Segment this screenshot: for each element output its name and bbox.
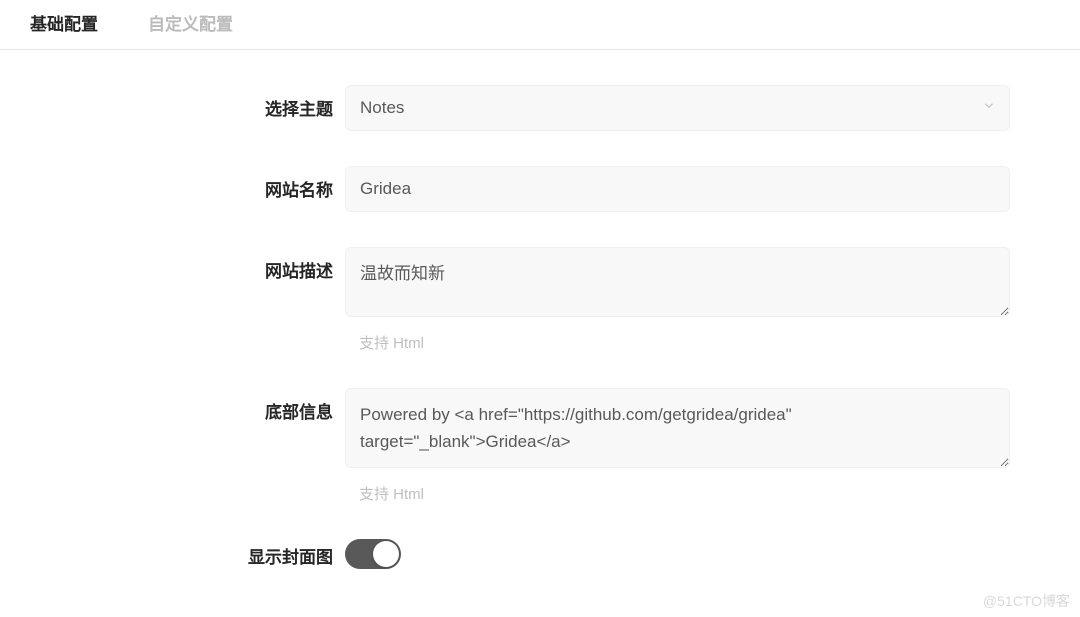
form-container: 选择主题 Notes 网站名称 网站描述 温故而知新 支持 Html 底部信息 — [0, 50, 1080, 569]
show-cover-toggle[interactable] — [345, 539, 401, 569]
row-footer-info: 底部信息 Powered by <a href="https://github.… — [0, 388, 1080, 504]
label-show-cover: 显示封面图 — [0, 540, 345, 568]
theme-select-value: Notes — [360, 98, 404, 118]
label-site-name: 网站名称 — [0, 166, 345, 201]
row-show-cover: 显示封面图 — [0, 539, 1080, 569]
toggle-knob — [373, 541, 399, 567]
site-name-input[interactable] — [345, 166, 1010, 212]
tab-basic-config[interactable]: 基础配置 — [30, 10, 98, 35]
tabs-bar: 基础配置 自定义配置 — [0, 0, 1080, 50]
theme-select-wrap: Notes — [345, 85, 1010, 131]
watermark: @51CTO博客 — [983, 591, 1070, 611]
label-theme: 选择主题 — [0, 85, 345, 120]
site-description-textarea[interactable]: 温故而知新 — [345, 247, 1010, 317]
label-footer-info: 底部信息 — [0, 388, 345, 423]
site-description-helper: 支持 Html — [345, 322, 1010, 353]
footer-info-textarea[interactable]: Powered by <a href="https://github.com/g… — [345, 388, 1010, 468]
row-theme: 选择主题 Notes — [0, 85, 1080, 131]
theme-select[interactable]: Notes — [345, 85, 1010, 131]
row-site-description: 网站描述 温故而知新 支持 Html — [0, 247, 1080, 353]
footer-info-helper: 支持 Html — [345, 473, 1010, 504]
row-site-name: 网站名称 — [0, 166, 1080, 212]
tab-custom-config[interactable]: 自定义配置 — [148, 10, 233, 35]
label-site-description: 网站描述 — [0, 247, 345, 282]
